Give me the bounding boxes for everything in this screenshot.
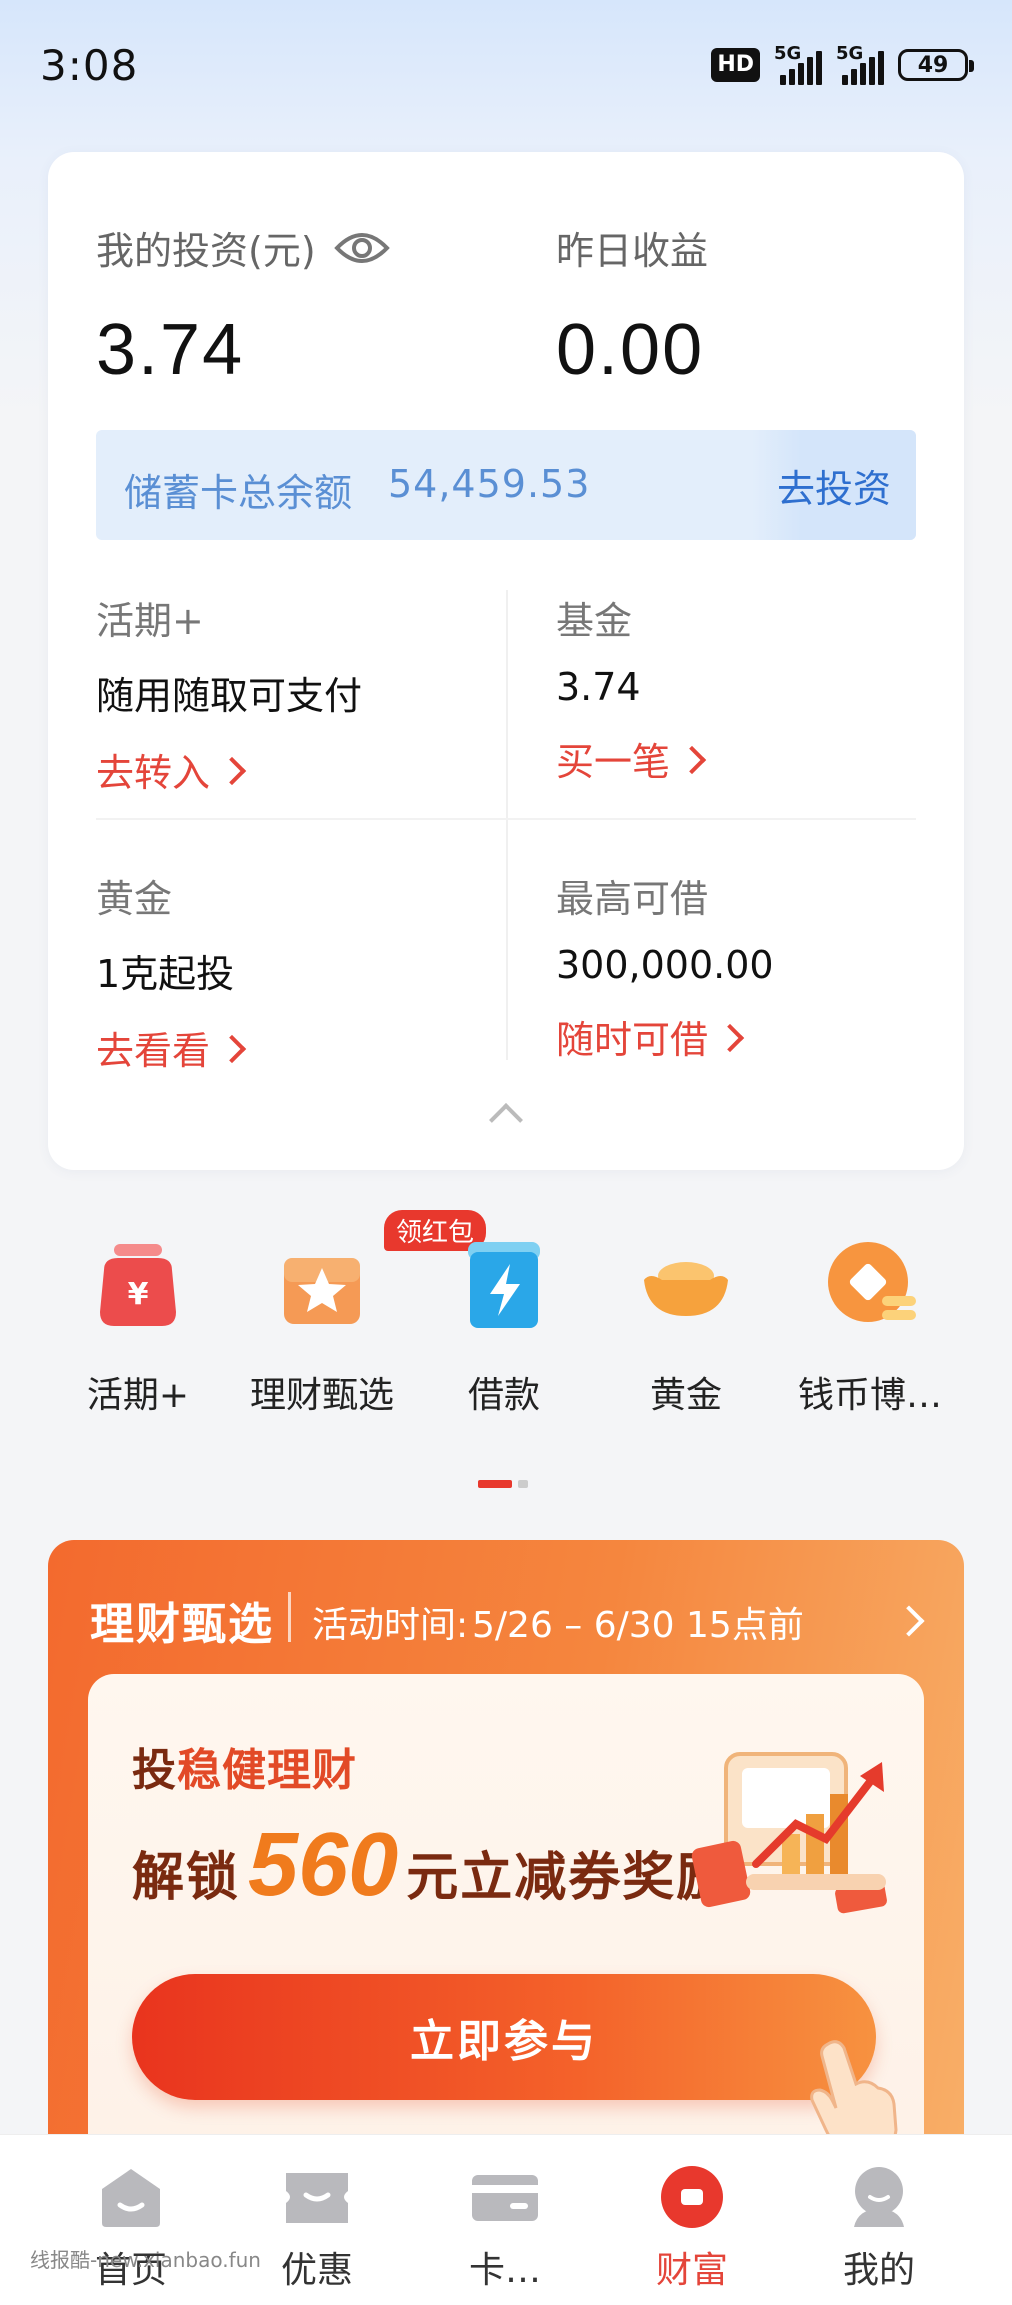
nav-item-mine[interactable]: 我的 [804, 2165, 954, 2293]
quick-item-label: 钱币博… [797, 1375, 942, 1416]
wallet-chart-illustration [686, 1714, 906, 1934]
cell-title: 基金 [556, 599, 633, 643]
quick-item-label: 理财甄选 [249, 1375, 394, 1416]
yesterday-earnings-value: 0.00 [556, 310, 705, 390]
link-label: 去转入 [96, 751, 211, 795]
link-label: 随时可借 [556, 1018, 709, 1062]
promo-time-label: 活动时间: [312, 1605, 469, 1646]
cell-title: 活期+ [96, 599, 204, 643]
quick-item-wealth-selection[interactable]: 领红包 理财甄选 [230, 1210, 487, 1418]
nav-item-home[interactable]: 首页 [56, 2165, 206, 2293]
carousel-indicator [478, 1480, 528, 1488]
cell-title: 最高可借 [556, 877, 709, 921]
signal-icon: 5G [774, 43, 822, 85]
quick-item-current-plus[interactable]: ¥ 活期+ [46, 1240, 230, 1418]
savings-balance-value: 54,459.53 [388, 462, 591, 506]
nav-item-cards[interactable]: 卡… [430, 2165, 580, 2293]
link-label: 去看看 [96, 1029, 211, 1073]
promo-headline: 投稳健理财 [132, 1734, 357, 1798]
divider [506, 590, 508, 1060]
nav-label: 我的 [842, 2250, 915, 2291]
nav-label: 卡… [468, 2250, 541, 2291]
promo-reward-line: 解锁 560 元立减券奖励 [132, 1814, 730, 1917]
eye-icon[interactable] [333, 228, 390, 268]
chevron-right-icon[interactable] [893, 1605, 925, 1637]
view-gold-link[interactable]: 去看看 [96, 1020, 476, 1075]
buy-fund-link[interactable]: 买一笔 [556, 731, 936, 786]
my-investment-value: 3.74 [96, 310, 245, 390]
max-loan-cell[interactable]: 最高可借 300,000.00 随时可借 [556, 868, 936, 1064]
savings-balance-bar: 储蓄卡总余额 54,459.53 去投资 [96, 430, 916, 540]
quick-item-gold[interactable]: 黄金 [594, 1240, 778, 1418]
ticket-icon [282, 2165, 352, 2229]
divider [288, 1592, 291, 1642]
fund-cell[interactable]: 基金 3.74 买一笔 [556, 590, 936, 786]
coin-icon [824, 1240, 916, 1332]
hd-icon: HD [711, 48, 760, 82]
indicator-dot [518, 1480, 528, 1488]
quick-item-coin-museum[interactable]: 钱币博… [778, 1240, 962, 1418]
chevron-up-icon[interactable] [489, 1103, 523, 1137]
divider [96, 818, 916, 820]
current-plus-cell[interactable]: 活期+ 随用随取可支付 去转入 [96, 590, 476, 797]
reward-text: 元立减券奖励 [406, 1848, 731, 1908]
lightning-icon [458, 1240, 550, 1332]
home-icon [96, 2165, 166, 2229]
indicator-dot-active [478, 1480, 512, 1488]
headline-accent: 稳健理财 [177, 1745, 357, 1796]
savings-balance-label: 储蓄卡总余额 [124, 471, 353, 515]
wealth-icon [657, 2165, 727, 2229]
promo-time-value: 5/26 – 6/30 15点前 [472, 1605, 804, 1646]
cell-desc: 3.74 [556, 665, 641, 709]
cell-desc: 1克起投 [96, 952, 235, 996]
svg-text:¥: ¥ [128, 1277, 149, 1312]
cell-desc: 300,000.00 [556, 943, 774, 987]
chevron-right-icon [715, 1023, 745, 1052]
nav-item-offers[interactable]: 优惠 [242, 2165, 392, 2293]
bottom-nav: 首页 优惠 卡… 财富 我的 [0, 2134, 1012, 2305]
star-box-icon: 领红包 [276, 1210, 487, 1332]
chevron-right-icon [217, 1034, 247, 1063]
nav-label: 优惠 [280, 2250, 353, 2291]
chevron-right-icon [217, 756, 247, 785]
yesterday-earnings-block: 昨日收益 0.00 [556, 220, 708, 391]
gold-ingot-icon [640, 1240, 732, 1332]
network-type-label: 5G [774, 43, 802, 64]
promo-title: 理财甄选 [90, 1599, 274, 1650]
yesterday-earnings-label: 昨日收益 [556, 229, 709, 273]
battery-icon: 49 [898, 49, 974, 81]
my-investment-block: 我的投资(元) 3.74 [96, 220, 390, 391]
quick-item-label: 黄金 [649, 1375, 722, 1416]
money-bag-icon: ¥ [92, 1240, 184, 1332]
headline-prefix: 投 [132, 1745, 177, 1796]
go-invest-button[interactable]: 去投资 [752, 430, 916, 540]
watermark-text: 线报酷-new.xianbao.fun [30, 2248, 261, 2272]
link-label: 买一笔 [556, 740, 671, 784]
join-now-button[interactable]: 立即参与 [132, 1974, 876, 2100]
network-type-label: 5G [836, 43, 864, 64]
my-investment-label: 我的投资(元) [96, 229, 316, 273]
status-icons: HD 5G 5G 49 [711, 43, 974, 85]
card-icon [470, 2165, 540, 2229]
quick-access-row: ¥ 活期+ 领红包 理财甄选 借款 黄金 钱币博… [0, 1210, 1012, 1440]
quick-item-loan[interactable]: 借款 [412, 1240, 596, 1418]
cell-title: 黄金 [96, 877, 173, 921]
chevron-right-icon [677, 745, 707, 774]
borrow-anytime-link[interactable]: 随时可借 [556, 1009, 936, 1064]
wealth-page: 3:08 HD 5G 5G 49 我的投资(元) 3.74 昨日收益 0.00 … [0, 0, 1012, 2305]
cell-desc: 随用随取可支付 [96, 674, 363, 718]
quick-item-label: 活期+ [86, 1375, 190, 1416]
status-bar: 3:08 HD 5G 5G 49 [0, 0, 1012, 130]
gold-cell[interactable]: 黄金 1克起投 去看看 [96, 868, 476, 1075]
quick-item-label: 借款 [467, 1375, 540, 1416]
signal-icon: 5G [836, 43, 884, 85]
investment-overview-card: 我的投资(元) 3.74 昨日收益 0.00 储蓄卡总余额 54,459.53 … [48, 152, 964, 1170]
nav-label: 财富 [655, 2250, 728, 2291]
nav-item-wealth[interactable]: 财富 [617, 2165, 767, 2293]
transfer-in-link[interactable]: 去转入 [96, 742, 476, 797]
reward-amount: 560 [242, 1815, 403, 1915]
unlock-text: 解锁 [132, 1848, 241, 1908]
profile-icon [844, 2165, 914, 2229]
status-time: 3:08 [40, 40, 139, 90]
